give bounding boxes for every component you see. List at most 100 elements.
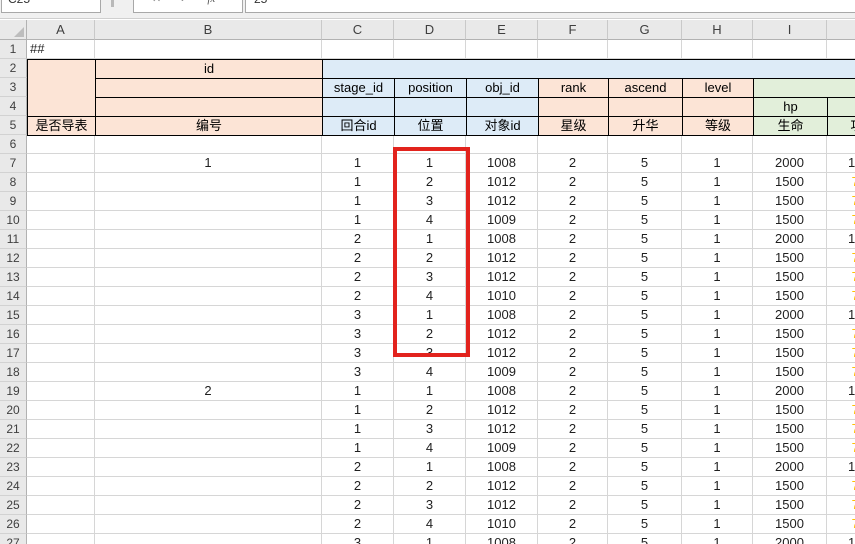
cell-F24[interactable]: 2	[538, 477, 608, 496]
cell-E20[interactable]: 1012	[466, 401, 538, 420]
col-header-B[interactable]: B	[95, 20, 322, 40]
cell-H24[interactable]: 1	[682, 477, 753, 496]
cell-C17[interactable]: 3	[322, 344, 394, 363]
cell-E1[interactable]	[466, 40, 538, 59]
col-header-I[interactable]: I	[753, 20, 827, 40]
row-header-6[interactable]: 6	[0, 135, 27, 154]
cell-G24[interactable]: 5	[608, 477, 682, 496]
row-header-19[interactable]: 19	[0, 382, 27, 401]
cell-A27[interactable]	[27, 534, 95, 544]
cell-D18[interactable]: 4	[394, 363, 466, 382]
cell-F11[interactable]: 2	[538, 230, 608, 249]
cell-D21[interactable]: 3	[394, 420, 466, 439]
header-cell-J5[interactable]: 攻击	[827, 116, 855, 136]
header-cell-D3[interactable]: position	[394, 78, 467, 98]
header-cell-G3[interactable]: ascend	[608, 78, 683, 98]
cell-I26[interactable]: 1500	[753, 515, 827, 534]
cell-C7[interactable]: 1	[322, 154, 394, 173]
cell-D14[interactable]: 4	[394, 287, 466, 306]
row-header-11[interactable]: 11	[0, 230, 27, 249]
cell-C20[interactable]: 1	[322, 401, 394, 420]
cell-J25[interactable]: 750	[827, 496, 855, 515]
cell-D10[interactable]: 4	[394, 211, 466, 230]
row-header-10[interactable]: 10	[0, 211, 27, 230]
cell-J13[interactable]: 750	[827, 268, 855, 287]
cell-J20[interactable]: 750	[827, 401, 855, 420]
cell-H9[interactable]: 1	[682, 192, 753, 211]
cell-J9[interactable]: 750	[827, 192, 855, 211]
cell-B27[interactable]	[95, 534, 322, 544]
header-cell-H4[interactable]	[682, 97, 754, 117]
cell-H16[interactable]: 1	[682, 325, 753, 344]
cell-F13[interactable]: 2	[538, 268, 608, 287]
cell-I18[interactable]: 1500	[753, 363, 827, 382]
cell-E21[interactable]: 1012	[466, 420, 538, 439]
cell-I23[interactable]: 2000	[753, 458, 827, 477]
header-cell-I3[interactable]	[753, 78, 855, 98]
cell-A16[interactable]	[27, 325, 95, 344]
cell-J7[interactable]: 1500	[827, 154, 855, 173]
cell-D16[interactable]: 2	[394, 325, 466, 344]
cell-H1[interactable]	[682, 40, 753, 59]
cell-E9[interactable]: 1012	[466, 192, 538, 211]
cell-F22[interactable]: 2	[538, 439, 608, 458]
cell-B14[interactable]	[95, 287, 322, 306]
select-all-corner[interactable]	[0, 20, 27, 40]
header-cell-G5[interactable]: 升华	[608, 116, 683, 136]
cell-I20[interactable]: 1500	[753, 401, 827, 420]
col-header-J[interactable]: J	[827, 20, 855, 40]
cell-G26[interactable]: 5	[608, 515, 682, 534]
cell-I12[interactable]: 1500	[753, 249, 827, 268]
cell-D8[interactable]: 2	[394, 173, 466, 192]
cell-H19[interactable]: 1	[682, 382, 753, 401]
cell-E23[interactable]: 1008	[466, 458, 538, 477]
cell-H20[interactable]: 1	[682, 401, 753, 420]
cell-B25[interactable]	[95, 496, 322, 515]
cell-F25[interactable]: 2	[538, 496, 608, 515]
cell-I8[interactable]: 1500	[753, 173, 827, 192]
cell-G6[interactable]	[608, 135, 682, 154]
cell-E18[interactable]: 1009	[466, 363, 538, 382]
cell-B13[interactable]	[95, 268, 322, 287]
cell-D17[interactable]: 3	[394, 344, 466, 363]
cell-J22[interactable]: 750	[827, 439, 855, 458]
col-header-A[interactable]: A	[27, 20, 95, 40]
cell-C10[interactable]: 1	[322, 211, 394, 230]
cell-B21[interactable]	[95, 420, 322, 439]
header-cell-F3[interactable]: rank	[538, 78, 609, 98]
col-header-E[interactable]: E	[466, 20, 538, 40]
cell-G25[interactable]: 5	[608, 496, 682, 515]
cell-B23[interactable]	[95, 458, 322, 477]
row-header-26[interactable]: 26	[0, 515, 27, 534]
header-cell-B4[interactable]	[95, 97, 323, 117]
cell-A23[interactable]	[27, 458, 95, 477]
cell-F18[interactable]: 2	[538, 363, 608, 382]
cell-H8[interactable]: 1	[682, 173, 753, 192]
cell-A10[interactable]	[27, 211, 95, 230]
cell-A20[interactable]	[27, 401, 95, 420]
cell-F15[interactable]: 2	[538, 306, 608, 325]
cell-G27[interactable]: 5	[608, 534, 682, 544]
cell-E10[interactable]: 1009	[466, 211, 538, 230]
cell-E16[interactable]: 1012	[466, 325, 538, 344]
cell-G23[interactable]: 5	[608, 458, 682, 477]
header-cell-H5[interactable]: 等级	[682, 116, 754, 136]
cell-H17[interactable]: 1	[682, 344, 753, 363]
cell-F8[interactable]: 2	[538, 173, 608, 192]
cell-F26[interactable]: 2	[538, 515, 608, 534]
cell-G22[interactable]: 5	[608, 439, 682, 458]
cell-A25[interactable]	[27, 496, 95, 515]
cell-A24[interactable]	[27, 477, 95, 496]
row-header-18[interactable]: 18	[0, 363, 27, 382]
cell-H12[interactable]: 1	[682, 249, 753, 268]
header-cell-I5[interactable]: 生命	[753, 116, 828, 136]
cell-A22[interactable]	[27, 439, 95, 458]
cell-C23[interactable]: 2	[322, 458, 394, 477]
fx-icon[interactable]: fx	[207, 0, 215, 6]
cell-C21[interactable]: 1	[322, 420, 394, 439]
cell-I14[interactable]: 1500	[753, 287, 827, 306]
cell-D23[interactable]: 1	[394, 458, 466, 477]
header-cell-C3[interactable]: stage_id	[322, 78, 395, 98]
cell-C22[interactable]: 1	[322, 439, 394, 458]
cell-I17[interactable]: 1500	[753, 344, 827, 363]
